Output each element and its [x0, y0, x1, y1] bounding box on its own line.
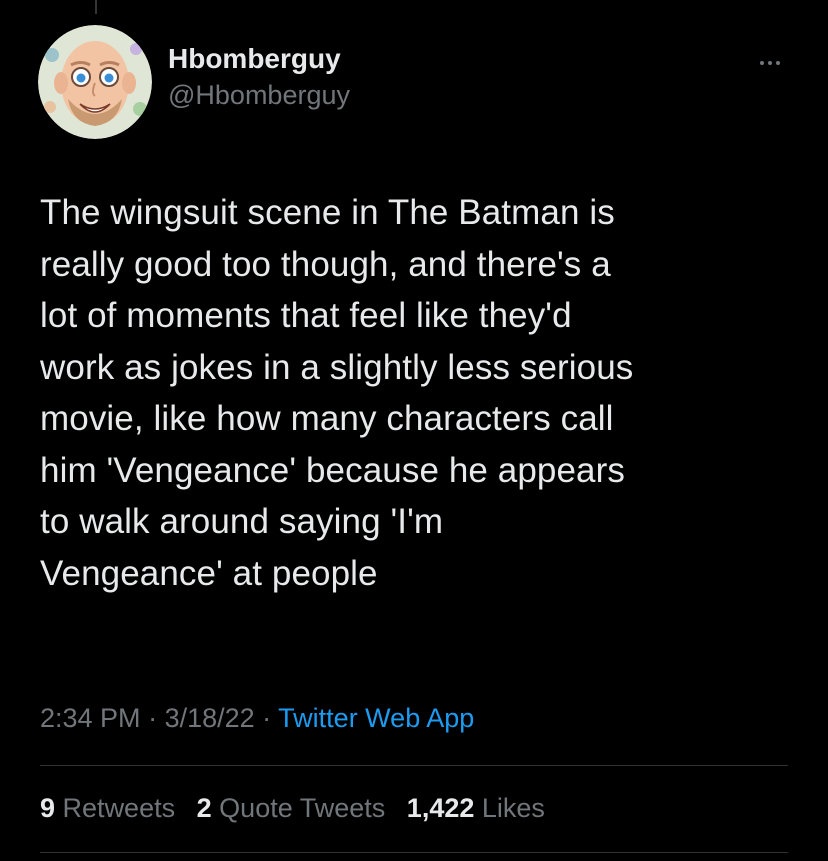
avatar[interactable]: [38, 25, 152, 139]
more-dot: [776, 61, 780, 65]
avatar-illustration: [38, 25, 152, 139]
retweets-stat[interactable]: 9 Retweets: [40, 790, 175, 826]
tweet-stats: 9 Retweets 2 Quote Tweets 1,422 Likes: [40, 790, 559, 826]
divider: [40, 852, 788, 853]
author-handle[interactable]: @Hbomberguy: [168, 77, 350, 113]
more-dot: [760, 61, 764, 65]
meta-separator: ·: [140, 703, 165, 733]
likes-count: 1,422: [406, 793, 475, 823]
thread-connector-line: [95, 0, 97, 14]
tweet-date[interactable]: 3/18/22: [165, 703, 255, 733]
meta-separator: ·: [254, 703, 279, 733]
quote-tweets-count: 2: [196, 793, 212, 823]
more-horizontal-icon[interactable]: [752, 53, 788, 73]
divider: [40, 765, 788, 766]
likes-label: Likes: [481, 793, 545, 823]
likes-stat[interactable]: 1,422 Likes: [407, 790, 545, 826]
tweet-source-link[interactable]: Twitter Web App: [278, 703, 474, 733]
author-display-name[interactable]: Hbomberguy: [168, 41, 350, 77]
tweet-header: Hbomberguy @Hbomberguy: [38, 25, 788, 139]
more-dot: [768, 61, 772, 65]
retweets-label: Retweets: [62, 793, 176, 823]
tweet-metadata: 2:34 PM · 3/18/22 · Twitter Web App: [40, 700, 474, 736]
quote-tweets-stat[interactable]: 2 Quote Tweets: [197, 790, 386, 826]
quote-tweets-label: Quote Tweets: [219, 793, 386, 823]
retweets-count: 9: [40, 793, 56, 823]
author-names: Hbomberguy @Hbomberguy: [168, 41, 350, 113]
tweet-time[interactable]: 2:34 PM: [40, 703, 141, 733]
tweet-text: The wingsuit scene in The Batman is real…: [40, 193, 634, 593]
